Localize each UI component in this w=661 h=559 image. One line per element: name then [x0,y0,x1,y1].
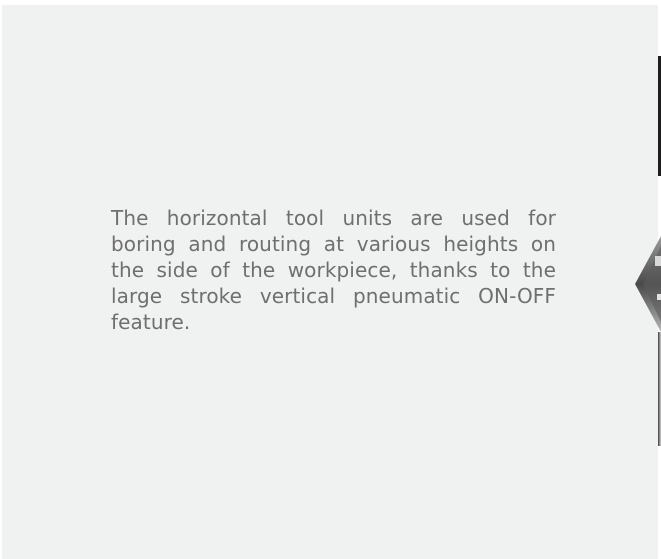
feature-description: The horizontal tool units are used for b… [111,206,556,334]
machine-photo-edge [635,56,661,446]
slide-page: The horizontal tool units are used for b… [0,0,661,559]
